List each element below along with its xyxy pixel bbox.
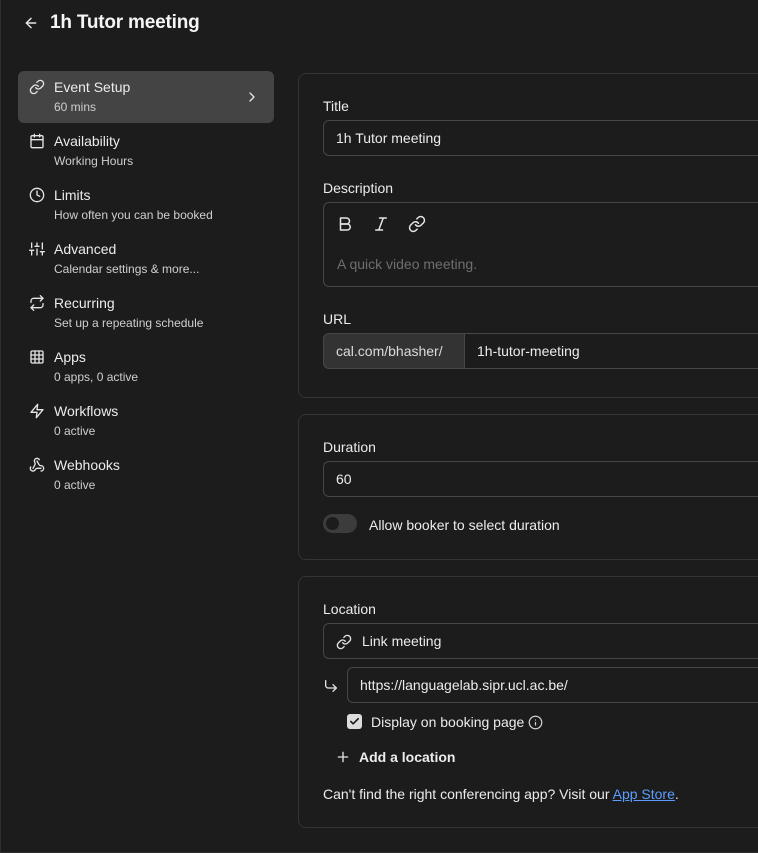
sidebar-item-sub: 0 active [54, 478, 96, 492]
description-placeholder: A quick video meeting. [337, 256, 478, 272]
sidebar-item-label: Advanced [54, 241, 117, 257]
display-on-booking-label: Display on booking page [371, 714, 543, 730]
sidebar-item-sub: 0 active [54, 424, 96, 438]
duration-toggle[interactable] [323, 514, 357, 533]
url-prefix: cal.com/bhasher/ [323, 333, 465, 369]
sidebar-item-label: Webhooks [54, 457, 120, 473]
duration-toggle-label: Allow booker to select duration [369, 517, 560, 533]
location-select[interactable]: Link meeting [323, 623, 758, 659]
title-input[interactable]: 1h Tutor meeting [323, 120, 758, 156]
sidebar-item-label: Event Setup [54, 79, 131, 95]
italic-icon[interactable] [372, 215, 390, 233]
info-icon[interactable] [528, 715, 543, 730]
zap-icon [30, 403, 44, 419]
add-location-button[interactable]: Add a location [335, 749, 455, 765]
bold-icon[interactable] [336, 215, 354, 233]
sidebar-item-label: Availability [54, 133, 120, 149]
sidebar-item-label: Recurring [54, 295, 115, 311]
chevron-right-icon [249, 92, 255, 102]
sidebar-item-label: Apps [54, 349, 86, 365]
plus-icon [337, 751, 349, 763]
description-editor[interactable]: A quick video meeting. [323, 202, 758, 287]
help-end: . [674, 786, 679, 802]
sidebar-item-advanced[interactable]: Advanced Calendar settings & more... [18, 233, 274, 285]
duration-card: Duration 60 Allow booker to select durat… [298, 414, 758, 560]
repeat-icon [30, 295, 44, 311]
event-details-card: Title 1h Tutor meeting Description A qui… [298, 73, 758, 398]
duration-label: Duration [323, 439, 376, 455]
sidebar-item-label: Limits [54, 187, 91, 203]
display-on-booking-checkbox[interactable] [347, 714, 362, 729]
link-icon [29, 79, 45, 95]
description-label: Description [323, 180, 394, 196]
link-icon [336, 634, 352, 650]
link-icon[interactable] [408, 215, 426, 233]
sidebar-item-sub: Set up a repeating schedule [54, 316, 204, 330]
display-on-booking-text: Display on booking page [371, 714, 525, 730]
sidebar-item-label: Workflows [54, 403, 119, 419]
location-link-input[interactable]: https://languagelab.sipr.ucl.ac.be/ [347, 667, 758, 703]
add-location-label: Add a location [359, 749, 456, 765]
url-label: URL [323, 311, 352, 327]
url-slug-input[interactable]: 1h-tutor-meeting [464, 333, 758, 369]
sidebar-item-sub: 60 mins [54, 100, 97, 114]
app-store-link[interactable]: App Store [613, 786, 675, 802]
location-type: Link meeting [362, 633, 442, 649]
calendar-icon [30, 133, 44, 149]
clock-icon [29, 187, 45, 203]
grid-icon [30, 350, 44, 364]
sidebar-item-limits[interactable]: Limits How often you can be booked [18, 179, 274, 231]
webhook-icon [29, 457, 45, 472]
sidebar-item-webhooks[interactable]: Webhooks 0 active [18, 449, 274, 501]
arrow-left-icon [25, 17, 37, 29]
corner-down-right-icon [325, 680, 337, 692]
sidebar-item-recurring[interactable]: Recurring Set up a repeating schedule [18, 287, 274, 339]
title-label: Title [323, 98, 349, 114]
conferencing-help-text: Can't find the right conferencing app? V… [323, 786, 679, 802]
toggle-knob [326, 517, 339, 530]
help-text: Can't find the right conferencing app? V… [323, 786, 613, 802]
sidebar-item-sub: Working Hours [54, 154, 134, 168]
sidebar-item-availability[interactable]: Availability Working Hours [18, 125, 274, 177]
sidebar-item-event-setup[interactable]: Event Setup 60 mins [18, 71, 274, 123]
page-title: 1h Tutor meeting [50, 12, 200, 33]
sliders-icon [29, 242, 45, 256]
location-label: Location [323, 601, 376, 617]
back-button[interactable] [22, 14, 40, 32]
sidebar: Event Setup 60 mins Availability Working… [18, 71, 274, 503]
check-icon [350, 717, 359, 725]
location-card: Location Link meeting https://languagela… [298, 576, 758, 828]
sidebar-item-sub: How often you can be booked [54, 208, 213, 222]
sidebar-item-sub: Calendar settings & more... [54, 262, 200, 276]
sidebar-item-sub: 0 apps, 0 active [54, 370, 139, 384]
duration-input[interactable]: 60 [323, 461, 758, 497]
sidebar-item-workflows[interactable]: Workflows 0 active [18, 395, 274, 447]
page-header: 1h Tutor meeting [22, 10, 200, 36]
sidebar-item-apps[interactable]: Apps 0 apps, 0 active [18, 341, 274, 393]
